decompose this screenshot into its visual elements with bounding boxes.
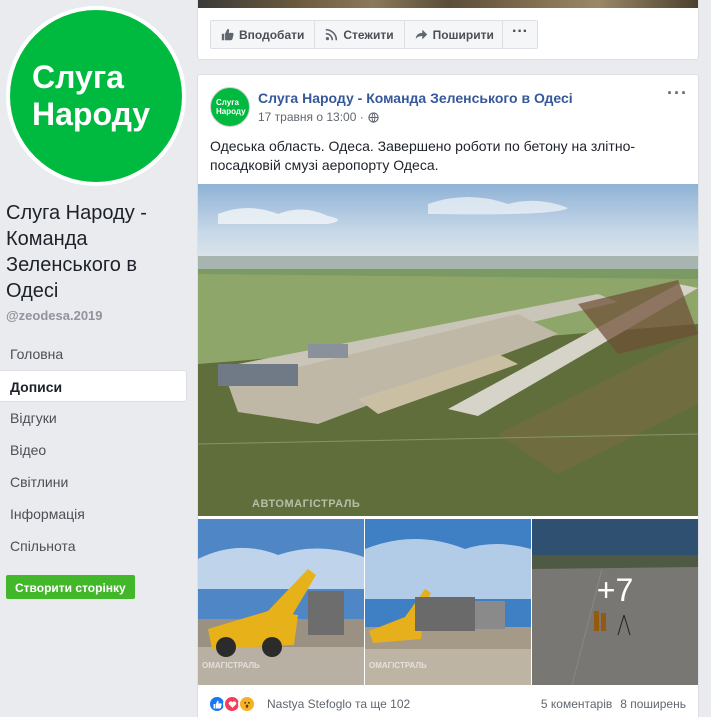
airport-aerial-image [198, 184, 698, 516]
feed-post: Слуга Народу Слуга Народу - Команда Зеле… [197, 74, 699, 717]
share-arrow-icon [415, 29, 427, 40]
thumb-watermark-1: ОМАГІСТРАЛЬ [202, 661, 260, 670]
photo-thumbnail-1[interactable]: ОМАГІСТРАЛЬ [198, 519, 364, 685]
post-author-avatar[interactable]: Слуга Народу [210, 87, 250, 127]
nav-item-reviews[interactable]: Відгуки [0, 402, 187, 434]
logo-line2: Народу [32, 96, 151, 132]
page-profile-picture[interactable]: Слуга Народу [6, 6, 186, 186]
create-page-button[interactable]: Створити сторінку [6, 575, 135, 599]
post-body-text: Одеська область. Одеса. Завершено роботи… [210, 138, 636, 173]
post-reactions-bar: Nastya Stefoglo та ще 102 5 коментарів 8… [198, 687, 698, 717]
photo-watermark: АВТОМАГІСТРАЛЬ [252, 498, 361, 510]
page-handle[interactable]: @zeodesa.2019 [6, 308, 103, 323]
nav-item-home[interactable]: Головна [0, 338, 187, 370]
nav-item-community[interactable]: Спільнота [0, 530, 187, 562]
logo-line1: Слуга [32, 59, 124, 95]
share-page-label: Поширити [432, 27, 494, 42]
photo-thumbnail-2[interactable]: ОМАГІСТРАЛЬ [365, 519, 531, 685]
page-actions-card: Вподобати Стежити Поширити ··· [197, 0, 699, 60]
shares-count[interactable]: 8 поширень [620, 697, 686, 711]
comments-count[interactable]: 5 коментарів [541, 697, 612, 711]
post-main-photo[interactable]: АВТОМАГІСТРАЛЬ [198, 184, 698, 516]
follow-page-button[interactable]: Стежити [315, 21, 405, 48]
nav-item-videos[interactable]: Відео [0, 434, 187, 466]
page-action-buttons: Вподобати Стежити Поширити [210, 20, 505, 49]
page-nav: Головна Дописи Відгуки Відео Світлини Ін… [0, 338, 187, 562]
wow-reaction-icon [238, 695, 256, 713]
follow-page-label: Стежити [343, 27, 394, 42]
globe-icon [368, 111, 379, 123]
photo-thumbnail-3[interactable]: +7 [532, 519, 698, 685]
like-page-button[interactable]: Вподобати [211, 21, 316, 48]
share-page-button[interactable]: Поширити [405, 21, 504, 48]
reactors-summary[interactable]: Nastya Stefoglo та ще 102 [267, 697, 410, 711]
reaction-icons[interactable] [208, 695, 256, 713]
rss-icon [326, 28, 338, 41]
like-page-label: Вподобати [239, 27, 305, 42]
page-sidebar: Слуга Народу Слуга Народу - Команда Зеле… [0, 0, 195, 717]
page-logo: Слуга Народу [10, 10, 182, 182]
thumb-watermark-2: ОМАГІСТРАЛЬ [369, 661, 427, 670]
cover-photo-edge [198, 0, 698, 8]
page-more-button[interactable]: ··· [502, 20, 538, 49]
avatar-line1: Слуга [216, 98, 239, 107]
post-author-link[interactable]: Слуга Народу - Команда Зеленського в Оде… [258, 90, 573, 106]
post-photo-grid: ОМАГІСТРАЛЬ ОМАГІСТРАЛЬ +7 [198, 519, 698, 685]
nav-item-posts[interactable]: Дописи [0, 370, 187, 402]
nav-item-about[interactable]: Інформація [0, 498, 187, 530]
engagement-counts: 5 коментарів 8 поширень [541, 697, 686, 711]
thumbs-up-icon [221, 28, 234, 41]
avatar-line2: Народу [216, 107, 246, 116]
nav-item-photos[interactable]: Світлини [0, 466, 187, 498]
page-title[interactable]: Слуга Народу - Команда Зеленського в Оде… [6, 200, 186, 304]
post-meta: 17 травня о 13:00 · [258, 110, 379, 124]
more-photos-count: +7 [596, 571, 634, 608]
more-photos-overlay[interactable]: +7 [532, 519, 698, 685]
post-options-button[interactable]: ··· [667, 83, 688, 104]
post-timestamp[interactable]: 17 травня о 13:00 · [258, 110, 364, 124]
